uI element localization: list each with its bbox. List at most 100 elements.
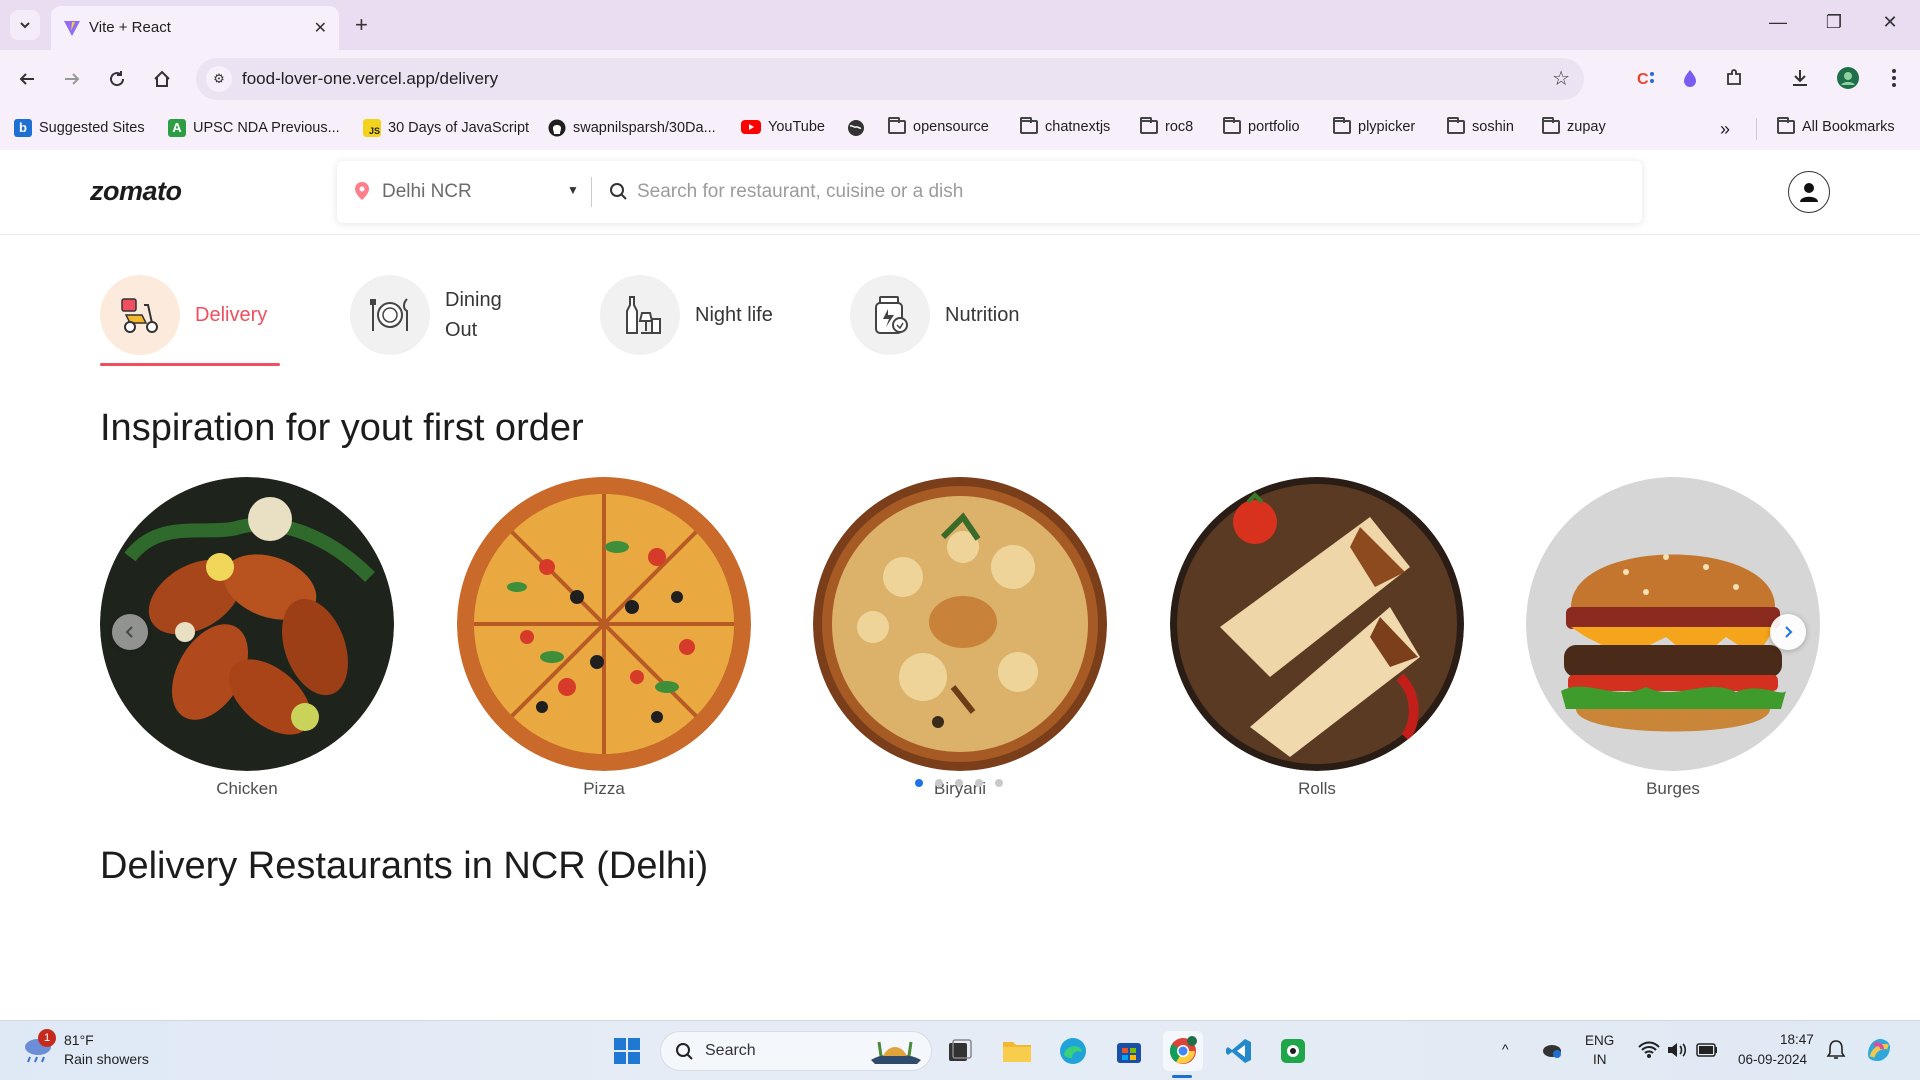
- chrome-button[interactable]: [1163, 1031, 1203, 1071]
- carousel-dot[interactable]: [975, 779, 983, 787]
- folder-icon: [1140, 117, 1158, 134]
- search-input[interactable]: Search for restaurant, cuisine or a dish: [637, 181, 963, 203]
- search-divider: [591, 177, 592, 207]
- restore-button[interactable]: ❐: [1822, 12, 1846, 33]
- food-card-rolls[interactable]: Rolls: [1170, 477, 1464, 798]
- minimize-button[interactable]: —: [1766, 12, 1790, 33]
- bookmark-upsc[interactable]: A UPSC NDA Previous...: [168, 119, 340, 137]
- carousel-dot[interactable]: [995, 779, 1003, 787]
- clock-time[interactable]: 18:47: [1780, 1032, 1814, 1047]
- start-button[interactable]: [607, 1031, 647, 1071]
- store-button[interactable]: [1109, 1031, 1149, 1071]
- extension-gem-icon[interactable]: [1676, 64, 1704, 92]
- profile-button[interactable]: [1788, 171, 1830, 213]
- location-selector[interactable]: Delhi NCR: [382, 181, 472, 203]
- vscode-icon: [1226, 1039, 1251, 1063]
- bookmark-label: YouTube: [768, 119, 825, 135]
- copilot-icon[interactable]: [1864, 1035, 1894, 1065]
- tab-title: Vite + React: [89, 19, 171, 36]
- clock-date[interactable]: 06-09-2024: [1738, 1052, 1807, 1067]
- food-card-biryani[interactable]: Biryani: [813, 477, 1107, 798]
- app-green-button[interactable]: [1273, 1031, 1313, 1071]
- tab-nutrition[interactable]: Nutrition: [850, 275, 1050, 365]
- carousel-dot[interactable]: [915, 779, 923, 787]
- reload-button[interactable]: [102, 64, 132, 94]
- weather-temp: 81°F: [64, 1032, 94, 1048]
- bookmark-folder-chatnextjs[interactable]: chatnextjs: [1020, 117, 1110, 135]
- tab-delivery[interactable]: Delivery: [100, 275, 290, 365]
- gem-glyph: [1684, 70, 1696, 87]
- carousel-prev-button[interactable]: [112, 614, 148, 650]
- folder-icon: [1447, 117, 1465, 134]
- browser-menu-icon[interactable]: [1880, 64, 1908, 92]
- home-button[interactable]: [147, 64, 177, 94]
- battery-icon[interactable]: [1696, 1043, 1718, 1057]
- all-bookmarks-button[interactable]: All Bookmarks: [1777, 117, 1895, 135]
- bookmarks-overflow-button[interactable]: »: [1720, 119, 1730, 140]
- chevron-up-icon[interactable]: ^: [1502, 1041, 1509, 1057]
- green-app-icon: [1281, 1039, 1305, 1063]
- bookmark-folder-portfolio[interactable]: portfolio: [1223, 117, 1300, 135]
- bookmark-folder-plypicker[interactable]: plypicker: [1333, 117, 1416, 135]
- taskbar-search[interactable]: Search: [660, 1031, 932, 1071]
- extensions-puzzle-icon[interactable]: [1720, 64, 1748, 92]
- food-name: Pizza: [583, 779, 625, 798]
- windows-logo-icon: [614, 1038, 640, 1064]
- download-icon[interactable]: [1786, 64, 1814, 92]
- forward-button[interactable]: [57, 64, 87, 94]
- tab-dining-out[interactable]: Dining Out: [350, 275, 530, 365]
- bookmarks-bar: b Suggested Sites A UPSC NDA Previous...…: [0, 108, 1920, 150]
- bookmark-youtube[interactable]: YouTube: [741, 119, 825, 135]
- bookmark-30-days-js[interactable]: JS 30 Days of JavaScript: [363, 119, 529, 137]
- edge-button[interactable]: [1053, 1031, 1093, 1071]
- volume-icon[interactable]: [1666, 1041, 1688, 1059]
- language-bottom[interactable]: IN: [1593, 1052, 1607, 1067]
- folder-icon: [1333, 117, 1351, 134]
- tab-search-button[interactable]: [10, 10, 40, 40]
- address-bar[interactable]: ⚙ food-lover-one.vercel.app/delivery ☆: [196, 58, 1584, 100]
- carousel-dot[interactable]: [955, 779, 963, 787]
- notifications-bell-icon[interactable]: [1826, 1039, 1846, 1061]
- new-tab-button[interactable]: +: [355, 12, 368, 38]
- profile-avatar-icon[interactable]: [1834, 64, 1862, 92]
- bookmark-label: soshin: [1472, 119, 1514, 135]
- arrow-left-icon: [19, 73, 34, 85]
- green-a-icon: A: [168, 119, 186, 137]
- bookmark-folder-zupay[interactable]: zupay: [1542, 117, 1606, 135]
- task-view-button[interactable]: [940, 1031, 980, 1071]
- extension-c-glyph: C: [1637, 71, 1654, 88]
- carousel-next-button[interactable]: [1770, 614, 1806, 650]
- store-icon: [1117, 1043, 1141, 1063]
- bookmark-folder-soshin[interactable]: soshin: [1447, 117, 1514, 135]
- tab-night-life[interactable]: Night life: [600, 275, 780, 365]
- vscode-button[interactable]: [1219, 1031, 1259, 1071]
- wifi-icon[interactable]: [1638, 1041, 1660, 1059]
- extension-c-icon[interactable]: C: [1632, 64, 1660, 92]
- bing-icon: b: [14, 119, 32, 137]
- bookmark-label: plypicker: [1358, 119, 1416, 135]
- bookmark-globe[interactable]: [847, 119, 865, 137]
- close-window-button[interactable]: ✕: [1878, 12, 1902, 33]
- bookmark-folder-roc8[interactable]: roc8: [1140, 117, 1193, 135]
- caret-down-icon[interactable]: ▼: [567, 183, 579, 197]
- reload-icon: [110, 71, 125, 87]
- language-top[interactable]: ENG: [1585, 1033, 1614, 1048]
- onedrive-icon[interactable]: [1540, 1041, 1562, 1059]
- bookmark-github[interactable]: swapnilsparsh/30Da...: [548, 119, 716, 137]
- food-card-pizza[interactable]: Pizza: [457, 477, 751, 798]
- bookmark-folder-opensource[interactable]: opensource: [888, 117, 989, 135]
- zomato-logo[interactable]: zomato: [90, 176, 182, 207]
- bookmark-suggested-sites[interactable]: b Suggested Sites: [14, 119, 145, 137]
- back-button[interactable]: [12, 64, 42, 94]
- browser-tab-active[interactable]: Vite + React ✕: [51, 6, 339, 50]
- puzzle-glyph: [1727, 69, 1741, 85]
- file-explorer-button[interactable]: [997, 1031, 1037, 1071]
- chrome-icon: [1169, 1036, 1197, 1064]
- carousel-dot[interactable]: [935, 779, 943, 787]
- search-bar: Delhi NCR ▼ Search for restaurant, cuisi…: [337, 161, 1642, 223]
- close-tab-icon[interactable]: ✕: [314, 18, 327, 38]
- bookmark-star-icon[interactable]: ☆: [1552, 66, 1570, 91]
- bottles-icon: [626, 296, 661, 334]
- kebab-glyph: [1892, 69, 1896, 87]
- site-info-icon[interactable]: ⚙: [206, 66, 232, 92]
